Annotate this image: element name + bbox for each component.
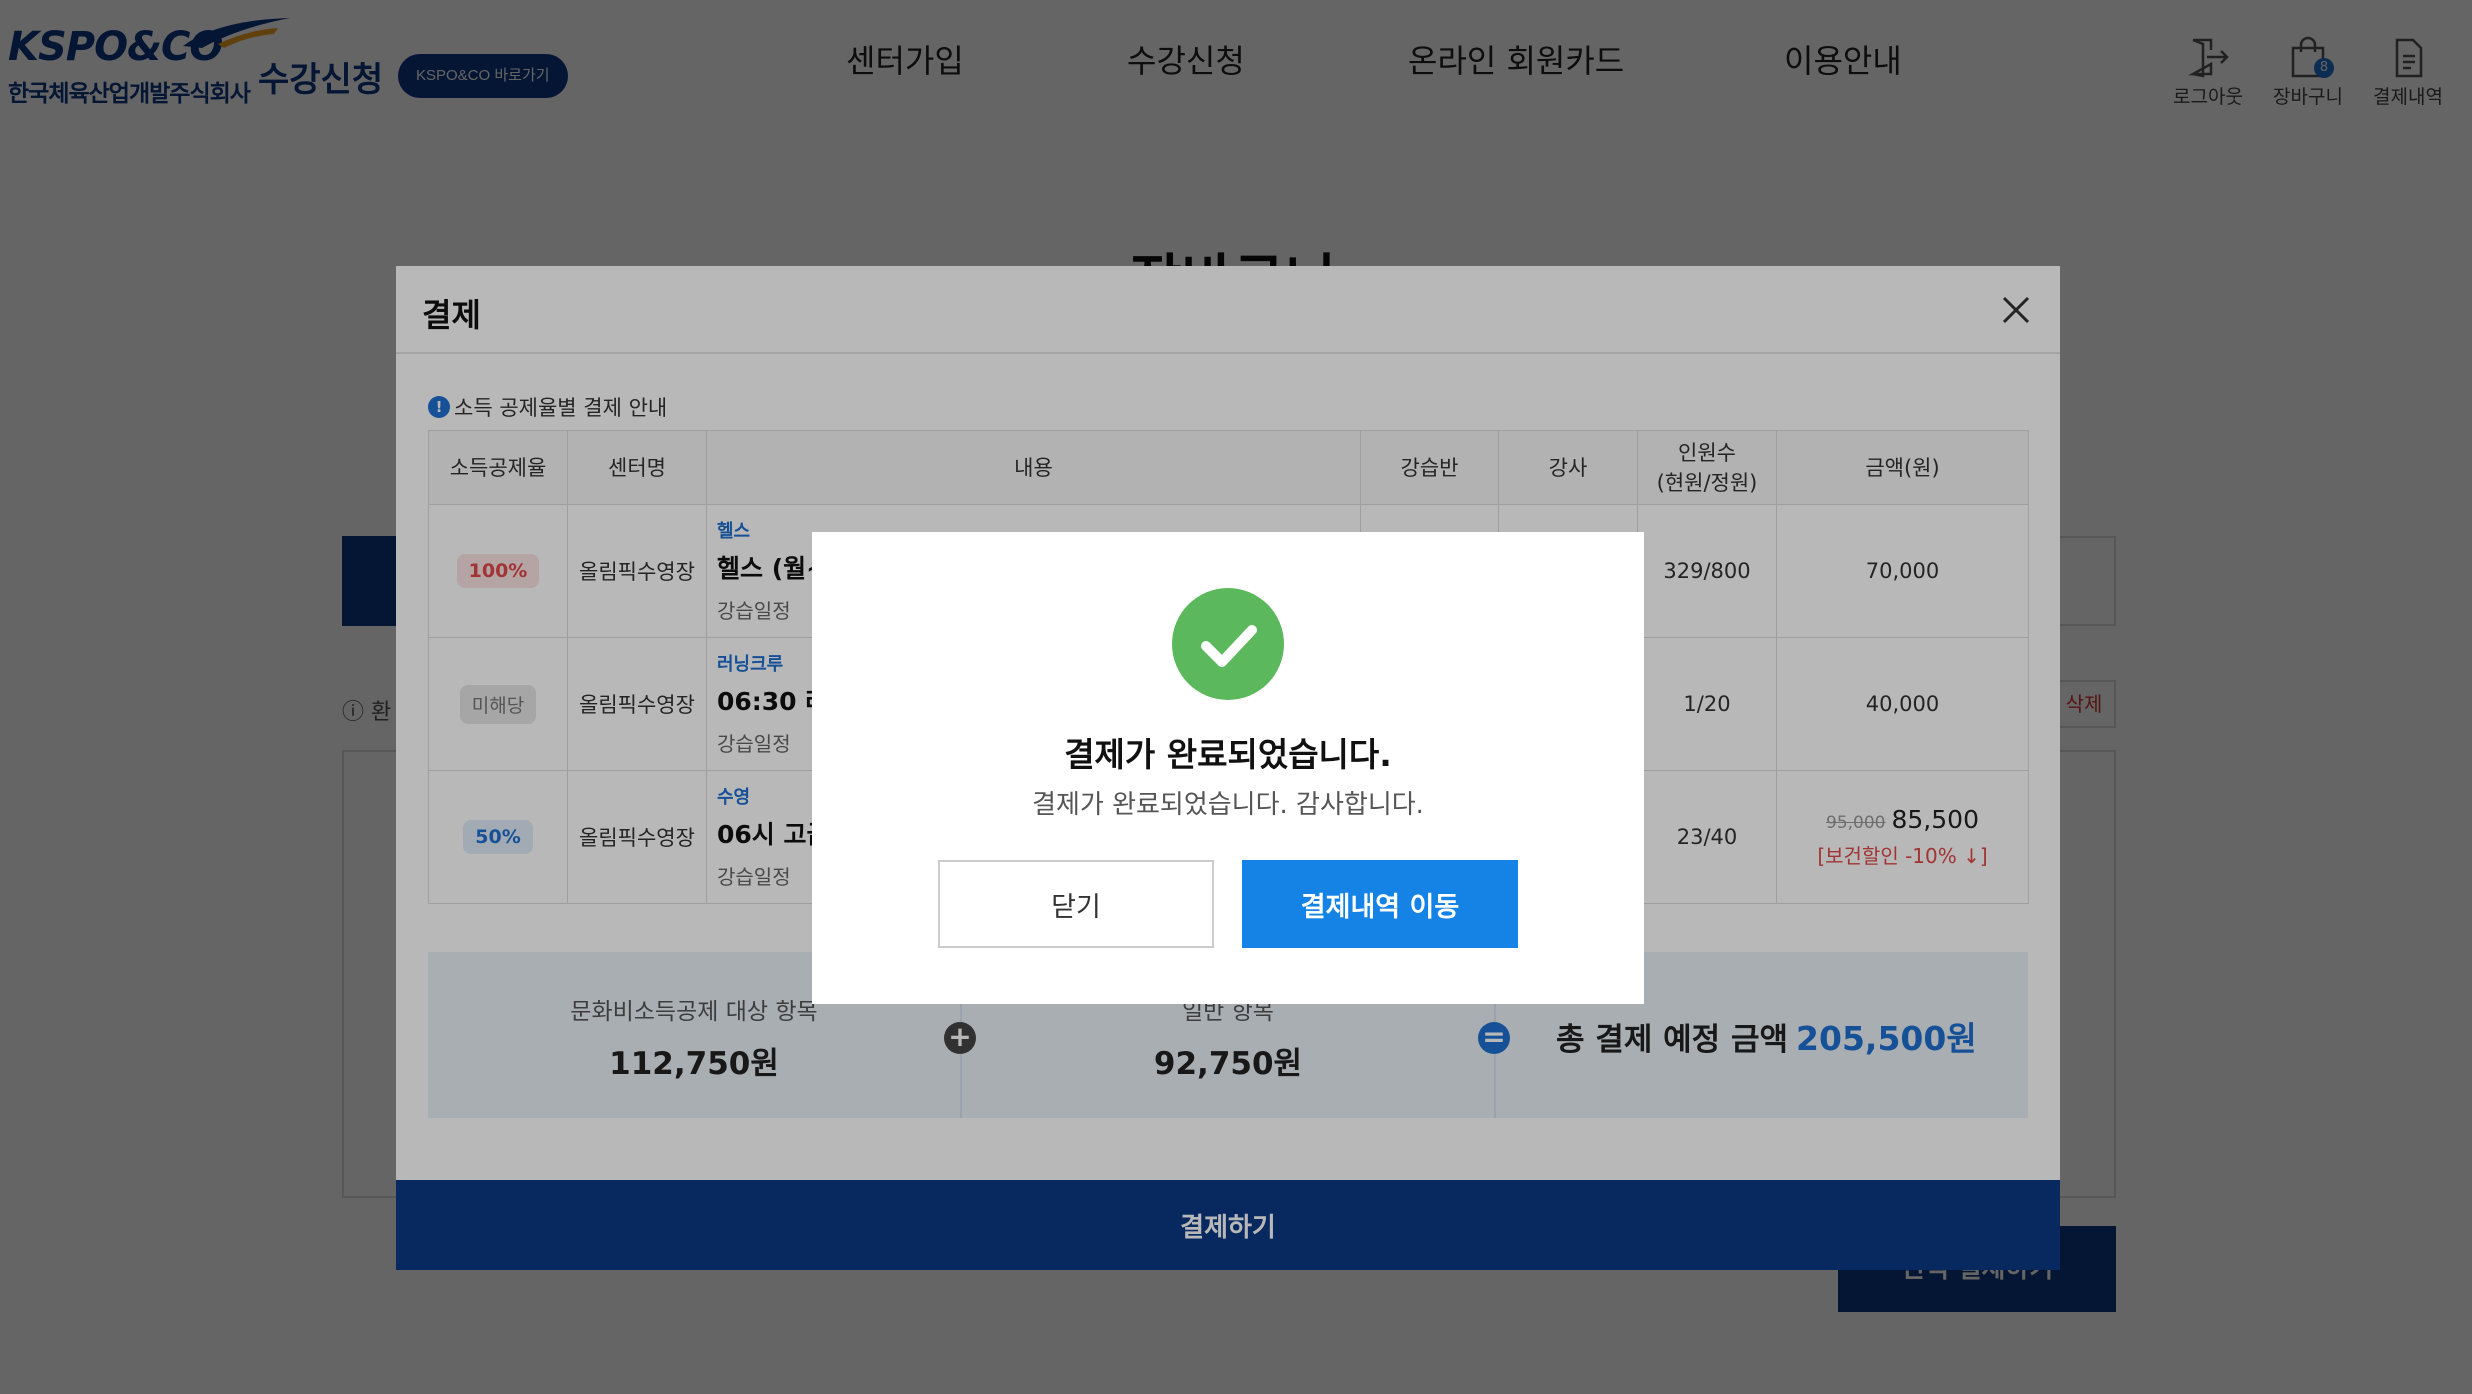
payment-complete-alert: 결제가 완료되었습니다. 결제가 완료되었습니다. 감사합니다. 닫기 결제내역… xyxy=(812,532,1644,1004)
alert-message: 결제가 완료되었습니다. 감사합니다. xyxy=(1032,790,1424,820)
go-payment-history-button[interactable]: 결제내역 이동 xyxy=(1242,860,1518,948)
alert-title: 결제가 완료되었습니다. xyxy=(1064,735,1392,774)
alert-close-button[interactable]: 닫기 xyxy=(938,860,1214,948)
success-check-icon xyxy=(1172,588,1284,700)
